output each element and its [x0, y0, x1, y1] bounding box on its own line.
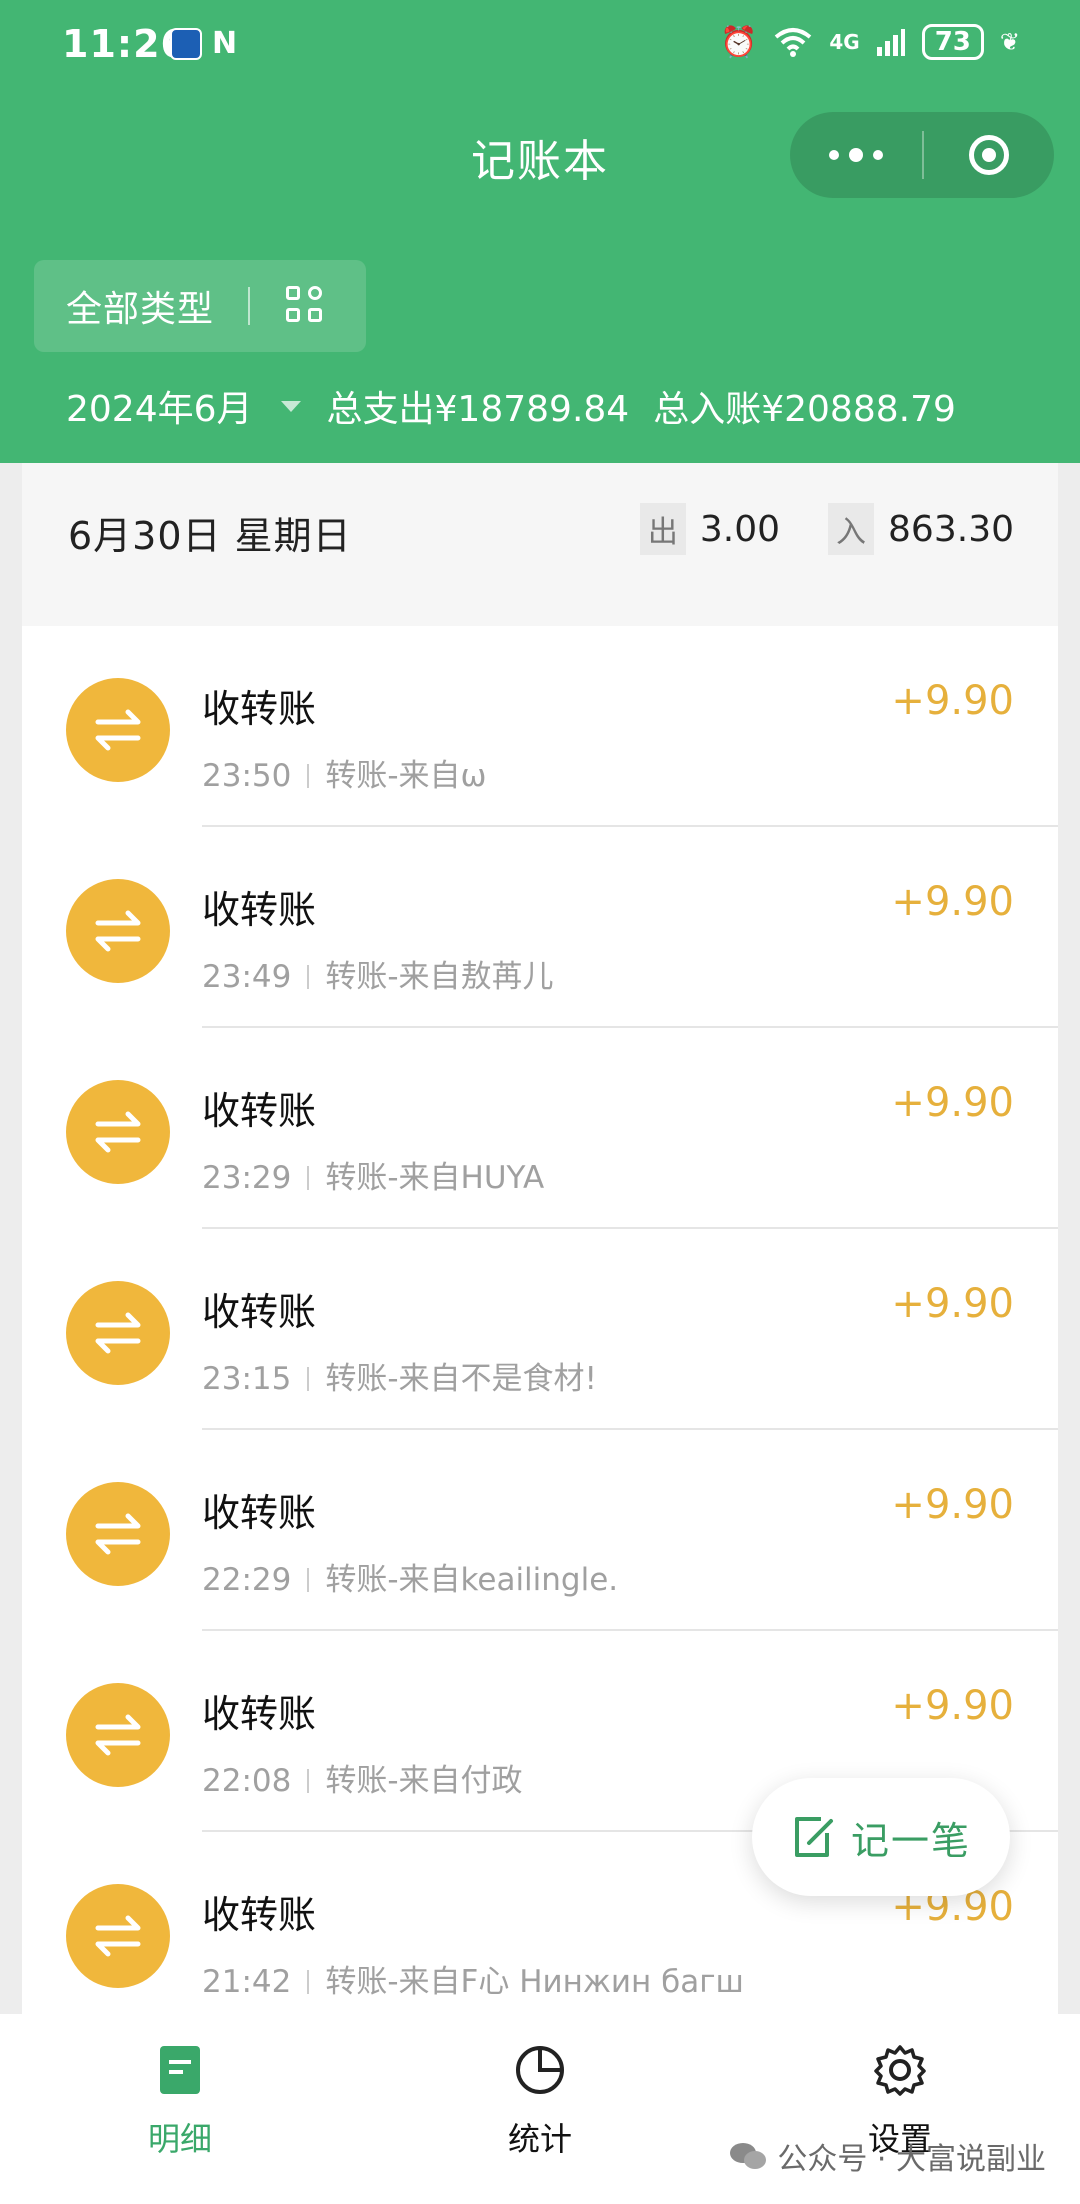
transaction-note: 转账-来自付政 [325, 1763, 523, 1799]
transaction-note: 转账-来自F心 Нинжин багш [325, 1964, 744, 2000]
transaction-amount: +9.90 [891, 1080, 1014, 1126]
signal-icon [876, 29, 905, 56]
transaction-time: 23:15 [202, 1361, 292, 1397]
target-icon [969, 135, 1009, 175]
transfer-icon [66, 1482, 170, 1586]
tab-details-label: 明细 [147, 2120, 212, 2158]
day-date: 6月30日 星期日 [68, 514, 352, 558]
transaction-meta: 23:29 转账-来自HUYA [202, 1152, 544, 1197]
status-indicators: ⏰ 4G 73 ❦ [720, 24, 1020, 60]
transaction-time: 23:29 [202, 1160, 292, 1196]
miniprogram-capsule [790, 112, 1054, 198]
chevron-down-icon[interactable] [280, 400, 301, 412]
day-group-header: 6月30日 星期日 出 3.00 入 863.30 [22, 463, 1058, 626]
transaction-row[interactable]: 收转账 23:29 转账-来自HUYA +9.90 [22, 1028, 1058, 1229]
close-miniprogram-button[interactable] [924, 135, 1054, 175]
tab-details[interactable]: 明细 [80, 2044, 280, 2160]
transaction-note: 转账-来自不是食材! [325, 1361, 597, 1397]
transaction-meta: 23:15 转账-来自不是食材! [202, 1353, 597, 1398]
pie-chart-icon [516, 2046, 564, 2094]
network-type: 4G [829, 30, 860, 54]
day-expense-value: 3.00 [699, 508, 781, 550]
transaction-row[interactable]: 收转账 23:15 转账-来自不是食材! +9.90 [22, 1229, 1058, 1430]
tab-statistics-label: 统计 [507, 2120, 572, 2158]
transaction-note: 转账-来自HUYA [325, 1160, 545, 1196]
total-expense: 总支出¥18789.84 [326, 389, 630, 430]
nfc-icon: N [212, 26, 238, 61]
alarm-icon: ⏰ [720, 24, 758, 60]
transaction-title: 收转账 [202, 1491, 317, 1535]
transaction-note: 转账-来自ω [325, 758, 487, 794]
header-bar: 11:26 N ⏰ 4G 73 ❦ 记账本 全部类型 2024年6月 总支出¥1… [0, 0, 1080, 463]
grid-icon[interactable] [286, 286, 326, 326]
add-record-label: 记一笔 [850, 1818, 971, 1863]
transaction-amount: +9.90 [891, 879, 1014, 925]
transaction-meta: 21:42 转账-来自F心 Нинжин багш [202, 1956, 744, 2001]
expense-chip: 出 [639, 503, 686, 555]
transaction-time: 22:08 [202, 1763, 292, 1799]
transaction-row[interactable]: 收转账 23:50 转账-来自ω +9.90 [22, 626, 1058, 827]
edit-note-icon [794, 1817, 833, 1857]
day-income-value: 863.30 [888, 508, 1014, 550]
battery-indicator: 73 [921, 24, 984, 60]
status-bar: 11:26 N ⏰ 4G 73 ❦ [0, 0, 1080, 90]
transaction-time: 21:42 [202, 1964, 292, 2000]
transfer-icon [66, 1080, 170, 1184]
transaction-row[interactable]: 收转账 23:49 转账-来自敖苒儿 +9.90 [22, 827, 1058, 1028]
watermark-text: 公众号 · 大富说副业 [777, 2142, 1046, 2177]
transaction-time: 22:29 [202, 1562, 292, 1598]
tab-statistics[interactable]: 统计 [440, 2044, 640, 2160]
transaction-title: 收转账 [202, 687, 317, 731]
transaction-time: 23:50 [202, 758, 292, 794]
filter-divider [248, 287, 251, 325]
month-selector[interactable]: 2024年6月 [66, 380, 253, 432]
transaction-time: 23:49 [202, 959, 292, 995]
wifi-icon [775, 28, 812, 57]
gear-icon [874, 2045, 926, 2096]
transaction-note: 转账-来自敖苒儿 [325, 959, 554, 995]
month-summary: 2024年6月 总支出¥18789.84 总入账¥20888.79 [66, 380, 956, 432]
transaction-title: 收转账 [202, 1893, 317, 1937]
transaction-title: 收转账 [202, 1692, 317, 1736]
type-filter-button[interactable]: 全部类型 [34, 260, 366, 352]
watermark: 公众号 · 大富说副业 [729, 2134, 1046, 2178]
total-income: 总入账¥20888.79 [653, 389, 956, 430]
dot-icon [829, 150, 839, 160]
transaction-note: 转账-来自keailingle. [325, 1562, 619, 1598]
transaction-meta: 22:08 转账-来自付政 [202, 1755, 523, 1800]
transaction-row[interactable]: 收转账 22:29 转账-来自keailingle. +9.90 [22, 1430, 1058, 1631]
transaction-meta: 23:49 转账-来自敖苒儿 [202, 951, 554, 996]
leaf-icon: ❦ [999, 28, 1020, 56]
day-stats: 出 3.00 入 863.30 [639, 503, 1014, 555]
transaction-title: 收转账 [202, 1089, 317, 1133]
income-chip: 入 [828, 503, 875, 555]
transaction-amount: +9.90 [891, 1281, 1014, 1327]
transaction-amount: +9.90 [891, 1482, 1014, 1528]
transfer-icon [66, 678, 170, 782]
wechat-icon [729, 2141, 767, 2171]
dot-icon [873, 150, 883, 160]
bottom-tab-bar: 明细 统计 设置 公众号 · 大富说副业 [0, 2014, 1080, 2204]
transaction-amount: +9.90 [891, 678, 1014, 724]
transaction-title: 收转账 [202, 1290, 317, 1334]
document-icon [160, 2046, 200, 2094]
app-notification-icon [170, 28, 202, 60]
add-record-button[interactable]: 记一笔 [752, 1778, 1010, 1896]
transfer-icon [66, 1884, 170, 1988]
transfer-icon [66, 1683, 170, 1787]
transaction-title: 收转账 [202, 888, 317, 932]
transaction-meta: 22:29 转账-来自keailingle. [202, 1554, 618, 1599]
transaction-amount: +9.90 [891, 1683, 1014, 1729]
dot-icon [849, 148, 863, 162]
transfer-icon [66, 1281, 170, 1385]
transfer-icon [66, 879, 170, 983]
type-filter-label: 全部类型 [66, 289, 215, 330]
transaction-meta: 23:50 转账-来自ω [202, 750, 487, 795]
more-options-button[interactable] [790, 148, 922, 162]
